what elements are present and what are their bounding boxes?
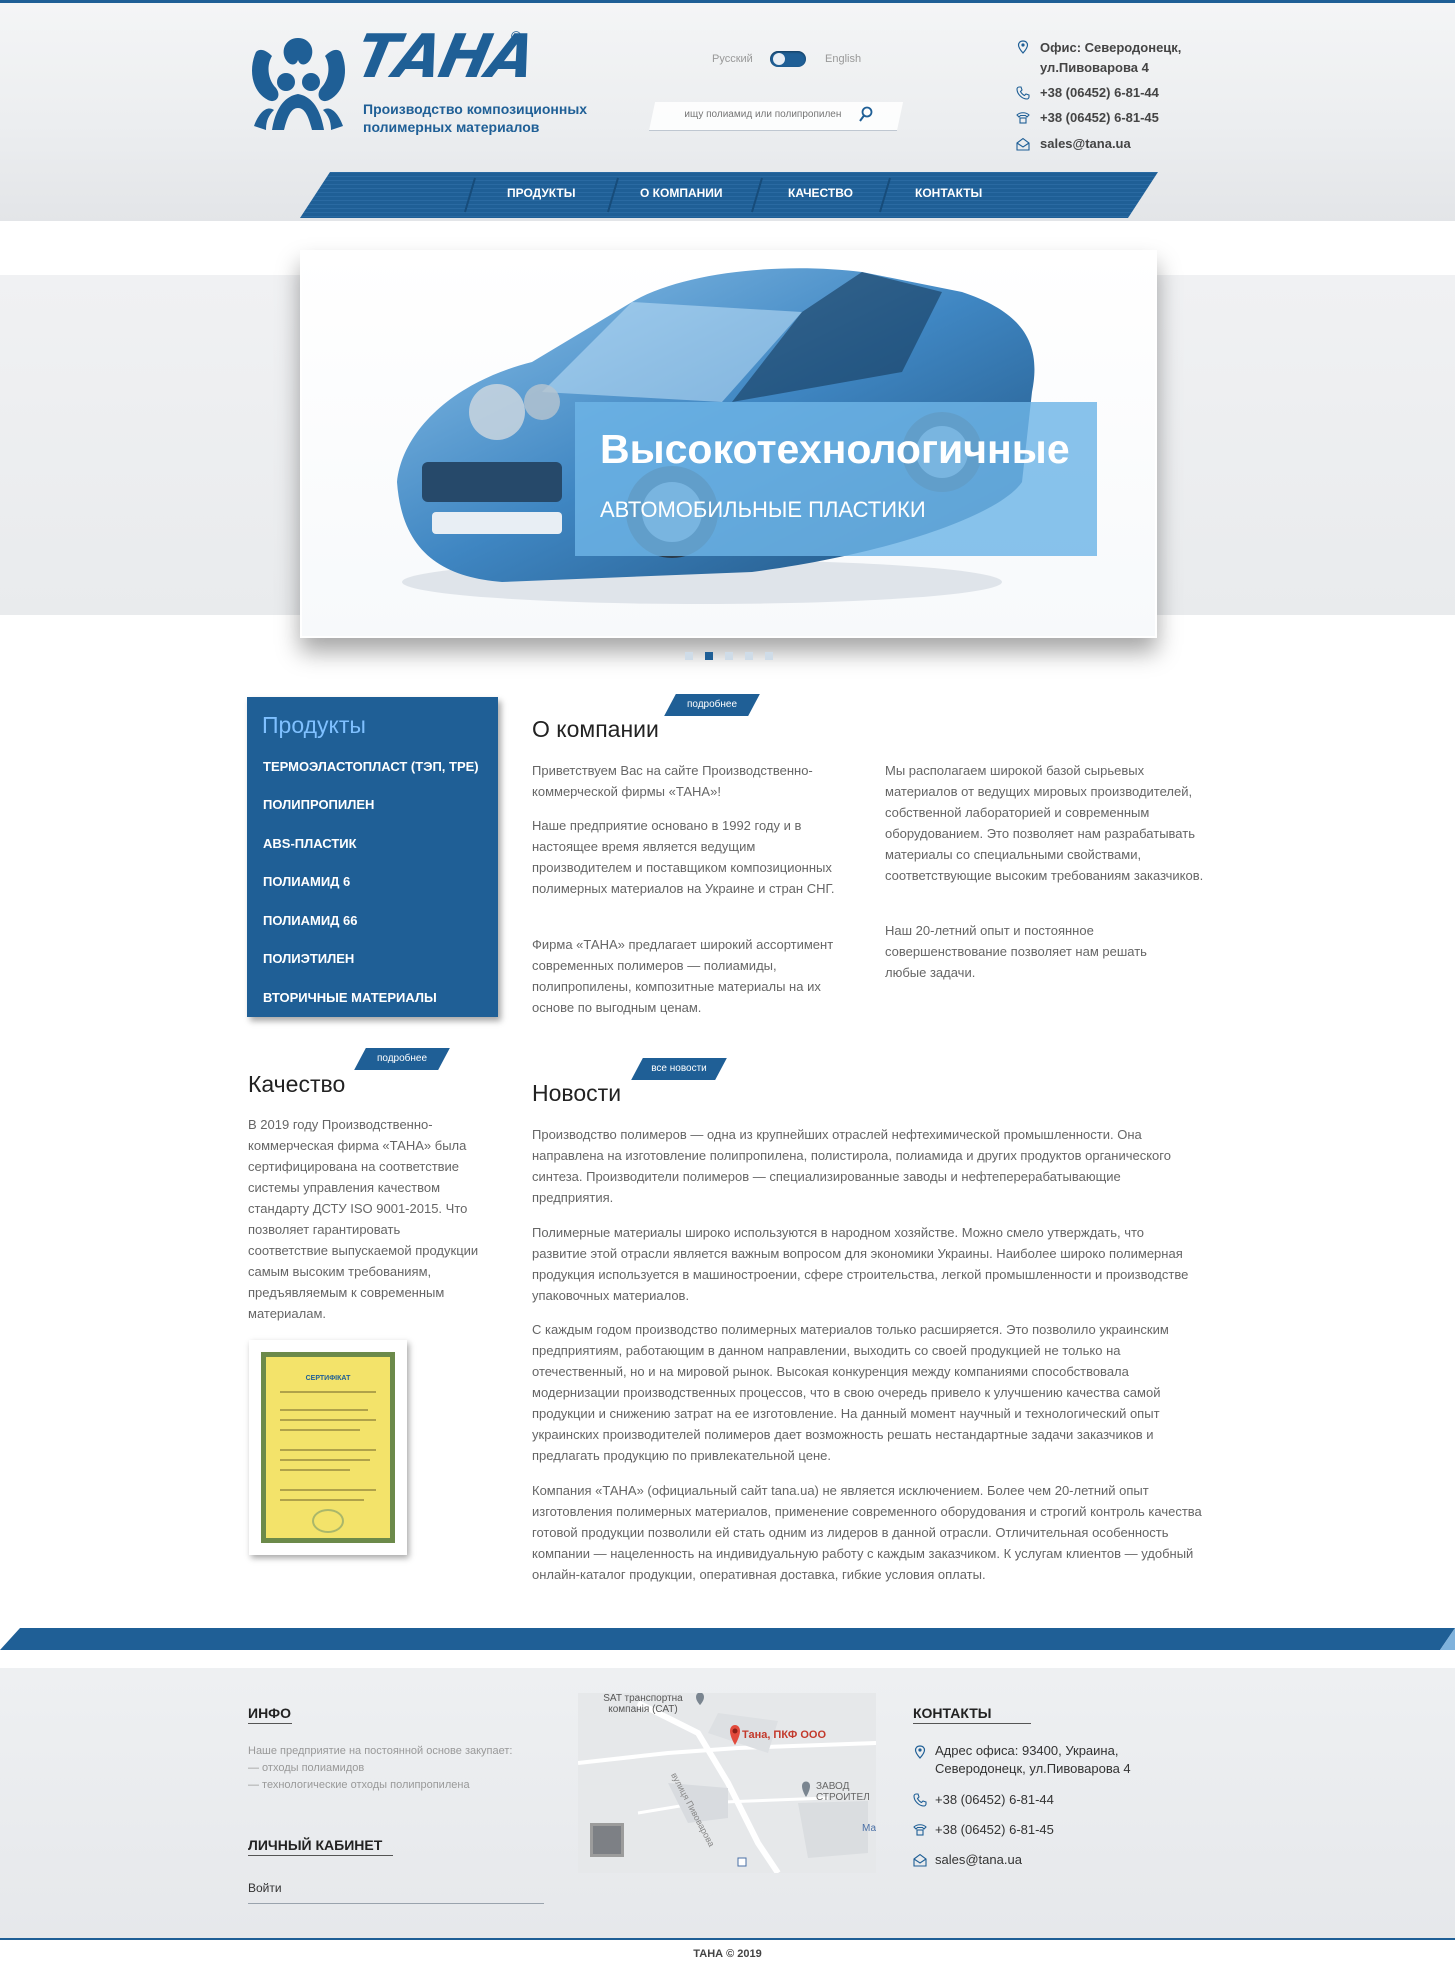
hero-title: Высокотехнологичные: [600, 426, 1070, 472]
footer-divider-stripe: [0, 1628, 1455, 1650]
email-icon: [913, 1853, 927, 1867]
registered-mark: ®: [511, 28, 522, 44]
map-label-sat: SAT транспортна компанія (САТ): [603, 1693, 683, 1715]
fax-icon: [1016, 112, 1030, 124]
footer-address: Адрес офиса: 93400, Украина, Северодонец…: [935, 1743, 1131, 1776]
about-paragraph: Наш 20-летний опыт и постоянное совершен…: [885, 923, 1147, 980]
email-icon: [1016, 137, 1030, 151]
lang-russian-link[interactable]: Русский: [712, 53, 753, 65]
products-panel: [247, 697, 498, 1017]
login-link[interactable]: Войти: [248, 1880, 282, 1897]
location-icon: [914, 1745, 926, 1759]
language-toggle[interactable]: [770, 51, 806, 67]
about-paragraph: Приветствуем Вас на сайте Производственн…: [532, 763, 813, 799]
news-paragraph: Полимерные материалы широко используются…: [532, 1225, 1189, 1303]
search-icon[interactable]: [857, 105, 875, 123]
about-paragraph: Наше предприятие основано в 1992 году и …: [532, 818, 835, 896]
footer-info-title: ИНФО: [248, 1705, 292, 1721]
footer-underline: [913, 1723, 1031, 1724]
quality-more-tag[interactable]: подробнее: [354, 1048, 450, 1070]
slider-dot-4[interactable]: [745, 652, 753, 660]
header-office-address: Офис: Северодонецк, ул.Пивоварова 4: [1040, 40, 1182, 75]
footer-info-line: Наше предприятие на постоянной основе за…: [248, 1745, 513, 1757]
map-label-zavod-1: ЗАВОД: [816, 1781, 850, 1792]
tag-label: подробнее: [376, 1053, 428, 1064]
lang-english-link[interactable]: English: [825, 53, 861, 65]
product-link[interactable]: ABS-ПЛАСТИК: [263, 836, 357, 851]
about-paragraph: Фирма «ТАНА» предлагает широкий ассортим…: [532, 937, 834, 1015]
nav-products[interactable]: ПРОДУКТЫ: [507, 186, 576, 200]
header-email[interactable]: sales@tana.ua: [1040, 136, 1131, 151]
fax-icon: [913, 1824, 927, 1836]
certificate-title: СЕРТИФІКАТ: [305, 1375, 351, 1382]
brand-tagline: Производство композиционных полимерных м…: [363, 101, 588, 135]
footer-underline: [248, 1723, 292, 1724]
news-paragraph: С каждым годом производство полимерных м…: [532, 1322, 1169, 1463]
footer-contacts-title: КОНТАКТЫ: [913, 1705, 992, 1721]
about-paragraph: Мы располагаем широкой базой сырьевых ма…: [885, 763, 1204, 883]
tag-label: все новости: [651, 1063, 707, 1074]
footer-underline: [248, 1855, 393, 1856]
footer-info-line: — отходы полиамидов: [248, 1762, 365, 1774]
toggle-knob: [773, 53, 785, 65]
header-phone-2[interactable]: +38 (06452) 6-81-45: [1040, 110, 1159, 125]
map-pin-label[interactable]: Тана, ПКФ ООО: [742, 1729, 826, 1741]
map-label-ma: Ма: [862, 1823, 876, 1834]
login-underline: [248, 1903, 544, 1904]
slider-dot-3[interactable]: [725, 652, 733, 660]
main-navigation: ПРОДУКТЫ О КОМПАНИИ КАЧЕСТВО КОНТАКТЫ: [300, 172, 1158, 218]
slider-dot-1[interactable]: [685, 652, 693, 660]
copyright: ТАНА © 2019: [693, 1948, 762, 1960]
map-label-zavod: ЗАВОД СТРОИТЕЛ: [816, 1781, 870, 1803]
footer-phone-2[interactable]: +38 (06452) 6-81-45: [935, 1821, 1054, 1839]
map-label-zavod-2: СТРОИТЕЛ: [816, 1792, 870, 1803]
hero-subtitle: АВТОМОБИЛЬНЫЕ ПЛАСТИКИ: [600, 497, 926, 522]
nav-quality[interactable]: КАЧЕСТВО: [788, 186, 853, 200]
products-title[interactable]: Продукты: [262, 712, 366, 739]
product-link[interactable]: ПОЛИПРОПИЛЕН: [263, 797, 374, 812]
location-map[interactable]: SAT транспортна компанія (САТ) Тана, ПКФ…: [578, 1693, 876, 1873]
about-more-tag[interactable]: подробнее: [664, 694, 760, 716]
header-phone-1[interactable]: +38 (06452) 6-81-44: [1040, 85, 1159, 100]
all-news-tag[interactable]: все новости: [631, 1058, 727, 1080]
tag-label: подробнее: [686, 699, 738, 710]
product-link[interactable]: ТЕРМОЭЛАСТОПЛАСТ (ТЭП, TPE): [263, 759, 479, 774]
product-link[interactable]: ПОЛИАМИД 66: [263, 913, 358, 928]
nav-background: [300, 172, 1158, 218]
location-icon: [1017, 40, 1029, 54]
product-link[interactable]: ПОЛИЭТИЛЕН: [263, 951, 354, 966]
quality-title: Качество: [248, 1071, 346, 1097]
slider-dot-5[interactable]: [765, 652, 773, 660]
footer-phone-1[interactable]: +38 (06452) 6-81-44: [935, 1791, 1054, 1809]
about-title: О компании: [532, 716, 659, 742]
footer-email[interactable]: sales@tana.ua: [935, 1851, 1022, 1869]
news-title: Новости: [532, 1080, 622, 1106]
slider-dot-2[interactable]: [705, 652, 713, 660]
logo-emblem-icon[interactable]: [246, 30, 351, 135]
footer-info-line: — технологические отходы полипропилена: [248, 1779, 470, 1791]
certificate-image: СЕРТИФІКАТ: [261, 1352, 395, 1543]
news-paragraph: Производство полимеров — одна из крупней…: [532, 1127, 1171, 1205]
quality-text: В 2019 году Производственно-коммерческая…: [248, 1117, 479, 1321]
search-input[interactable]: [682, 108, 867, 121]
nav-contacts[interactable]: КОНТАКТЫ: [915, 186, 982, 200]
news-paragraph: Компания «ТАНА» (официальный сайт tana.u…: [532, 1483, 1202, 1582]
phone-icon: [913, 1793, 927, 1807]
footer-cabinet-title: ЛИЧНЫЙ КАБИНЕТ: [248, 1837, 383, 1853]
footer-bottom-line: [0, 1938, 1455, 1940]
certificate-thumbnail[interactable]: СЕРТИФІКАТ: [249, 1340, 407, 1555]
phone-icon: [1016, 86, 1030, 100]
product-link[interactable]: ПОЛИАМИД 6: [263, 874, 350, 889]
product-link[interactable]: ВТОРИЧНЫЕ МАТЕРИАЛЫ: [263, 990, 437, 1005]
nav-about[interactable]: О КОМПАНИИ: [640, 186, 723, 200]
